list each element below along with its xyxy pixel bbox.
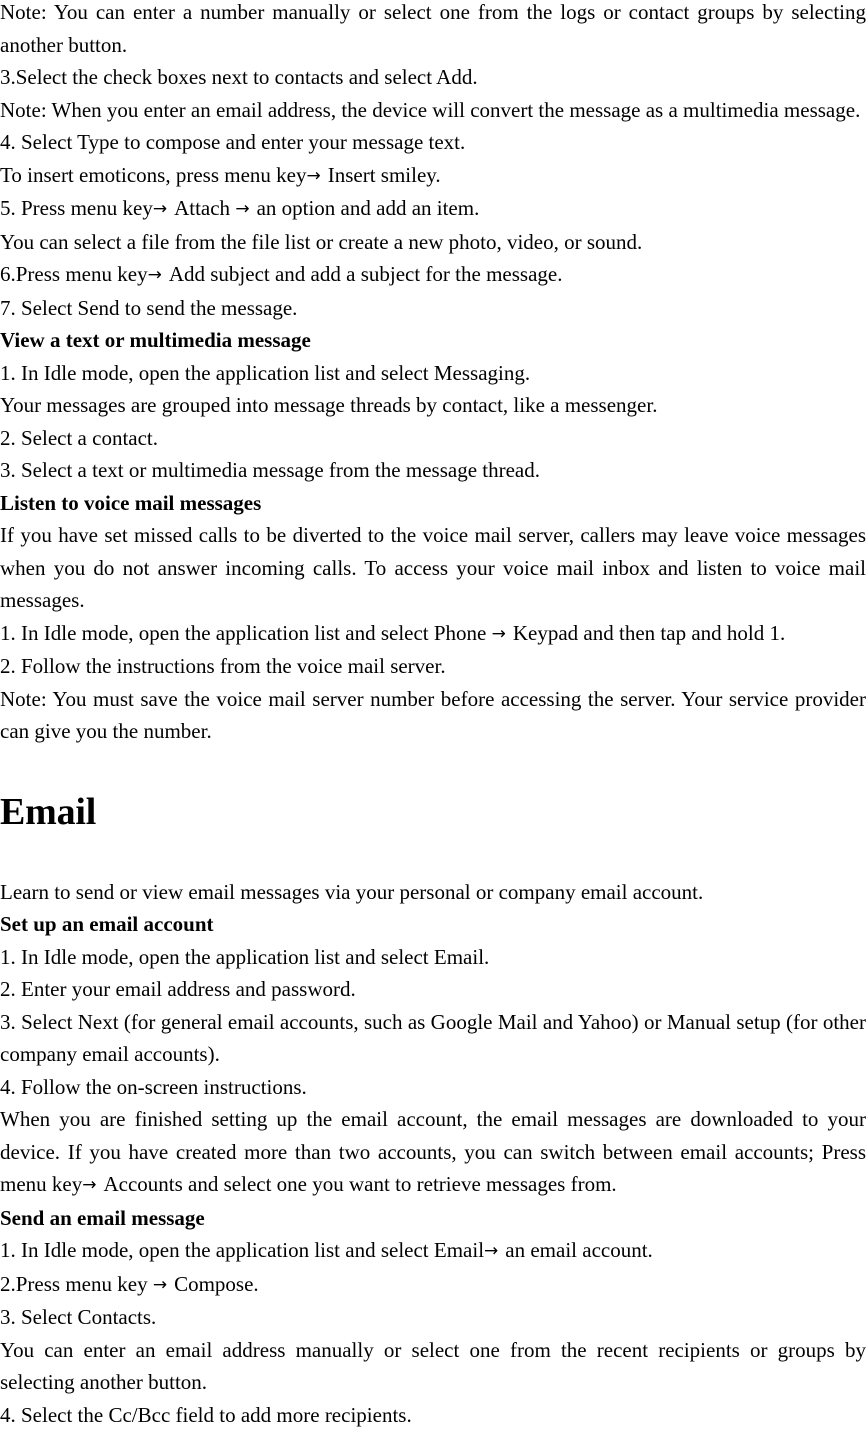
text-segment: 1. In Idle mode, open the application li… bbox=[0, 621, 492, 645]
line-send-step-2: 2.Press menu key → Compose. bbox=[0, 1268, 866, 1302]
right-arrow-icon: → bbox=[82, 1175, 96, 1195]
line-send-step-4: 4. Select the Cc/Bcc field to add more r… bbox=[0, 1399, 866, 1431]
text-segment: Accounts and select one you want to retr… bbox=[103, 1172, 616, 1196]
text-segment: Keypad and then tap and hold 1. bbox=[513, 621, 785, 645]
line-setup-step-1: 1. In Idle mode, open the application li… bbox=[0, 941, 866, 974]
paragraph-voicemail-intro: If you have set missed calls to be diver… bbox=[0, 519, 866, 617]
line-setup-step-4: 4. Follow the on-screen instructions. bbox=[0, 1071, 866, 1104]
line-select-file-note: You can select a file from the file list… bbox=[0, 226, 866, 259]
right-arrow-icon: → bbox=[484, 1241, 498, 1261]
line-step-5-attach: 5. Press menu key→Attach →an option and … bbox=[0, 192, 866, 226]
document-body: Note: You can enter a number manually or… bbox=[0, 0, 866, 1431]
subheading-heading-listen-voicemail: Listen to voice mail messages bbox=[0, 487, 866, 520]
subheading-heading-send-email: Send an email message bbox=[0, 1202, 866, 1235]
right-arrow-icon: → bbox=[492, 624, 506, 644]
line-insert-emoticons: To insert emoticons, press menu key→ Inse… bbox=[0, 159, 866, 193]
right-arrow-icon: → bbox=[148, 265, 162, 285]
paragraph-send-note-recipients: You can enter an email address manually … bbox=[0, 1334, 866, 1399]
right-arrow-icon: → bbox=[153, 1275, 167, 1295]
paragraph-note-email-address-mms: Note: When you enter an email address, t… bbox=[0, 94, 866, 127]
line-view-step-1: 1. In Idle mode, open the application li… bbox=[0, 357, 866, 390]
text-segment: Compose. bbox=[174, 1272, 259, 1296]
paragraph-voicemail-note: Note: You must save the voice mail serve… bbox=[0, 683, 866, 748]
line-voicemail-step-2: 2. Follow the instructions from the voic… bbox=[0, 650, 866, 683]
line-step-6-add-subject: 6.Press menu key→ Add subject and add a s… bbox=[0, 258, 866, 292]
text-segment: 6.Press menu key bbox=[0, 262, 148, 286]
line-step-7-send: 7. Select Send to send the message. bbox=[0, 292, 866, 325]
line-step-4-select-type: 4. Select Type to compose and enter your… bbox=[0, 126, 866, 159]
text-segment: an email account. bbox=[505, 1238, 653, 1262]
right-arrow-icon: → bbox=[235, 199, 249, 219]
right-arrow-icon: → bbox=[306, 166, 320, 186]
text-segment: 2.Press menu key bbox=[0, 1272, 153, 1296]
subheading-heading-view-message: View a text or multimedia message bbox=[0, 324, 866, 357]
section-spacer-before bbox=[0, 748, 866, 790]
text-segment: an option and add an item. bbox=[257, 196, 480, 220]
line-view-step-2: 2. Select a contact. bbox=[0, 422, 866, 455]
right-arrow-icon: → bbox=[153, 199, 167, 219]
line-view-step-3: 3. Select a text or multimedia message f… bbox=[0, 454, 866, 487]
subheading-heading-set-up-email: Set up an email account bbox=[0, 908, 866, 941]
paragraph-note-enter-number: Note: You can enter a number manually or… bbox=[0, 0, 866, 61]
line-step-3-check-boxes: 3.Select the check boxes next to contact… bbox=[0, 61, 866, 94]
paragraph-setup-step-3: 3. Select Next (for general email accoun… bbox=[0, 1006, 866, 1071]
section-spacer-after bbox=[0, 834, 866, 876]
paragraph-setup-finished-note: When you are finished setting up the ema… bbox=[0, 1103, 866, 1202]
section-heading-section-email: Email bbox=[0, 790, 866, 834]
text-segment: To insert emoticons, press menu key bbox=[0, 163, 306, 187]
text-segment: Attach bbox=[174, 196, 235, 220]
line-voicemail-step-1: 1. In Idle mode, open the application li… bbox=[0, 617, 866, 651]
manual-page: Note: You can enter a number manually or… bbox=[0, 0, 866, 1417]
text-segment: 1. In Idle mode, open the application li… bbox=[0, 1238, 484, 1262]
line-send-step-1: 1. In Idle mode, open the application li… bbox=[0, 1234, 866, 1268]
line-view-note-threads: Your messages are grouped into message t… bbox=[0, 389, 866, 422]
line-email-intro: Learn to send or view email messages via… bbox=[0, 876, 866, 909]
text-segment: Insert smiley. bbox=[328, 163, 441, 187]
text-segment: 5. Press menu key bbox=[0, 196, 153, 220]
text-segment: Add subject and add a subject for the me… bbox=[169, 262, 563, 286]
line-setup-step-2: 2. Enter your email address and password… bbox=[0, 973, 866, 1006]
line-send-step-3: 3. Select Contacts. bbox=[0, 1301, 866, 1334]
